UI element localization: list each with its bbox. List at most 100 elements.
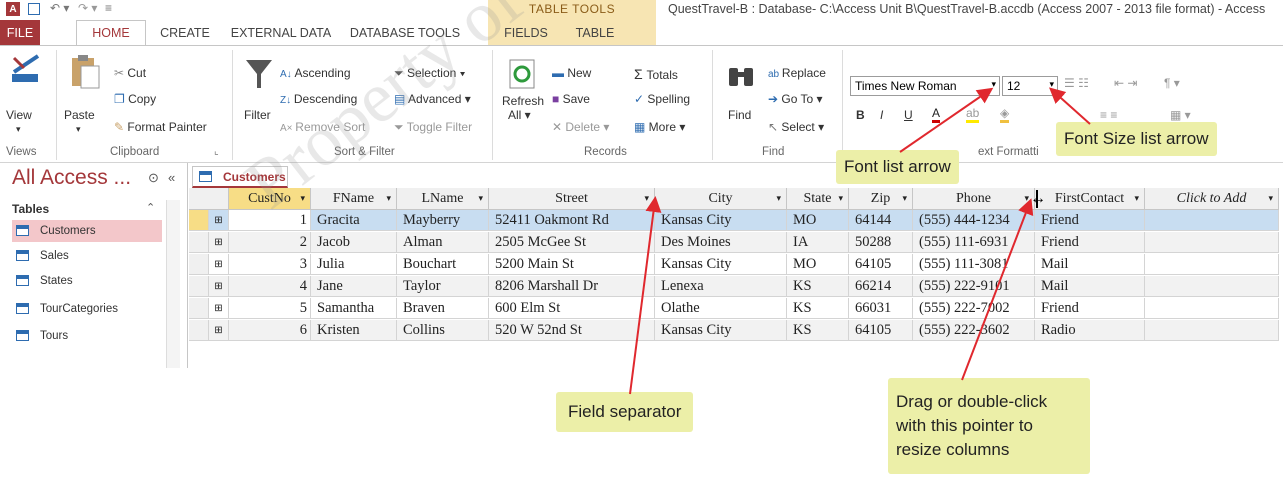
cell-click-to-add[interactable] bbox=[1145, 210, 1279, 231]
paragraph-icon[interactable]: ¶ ▾ bbox=[1164, 76, 1180, 90]
record-selector[interactable] bbox=[189, 254, 209, 275]
copy-button[interactable]: ❐ Copy bbox=[114, 92, 156, 106]
cell-firstcontact[interactable]: Friend bbox=[1035, 210, 1145, 231]
cell-city[interactable]: Lenexa bbox=[655, 276, 787, 297]
cell-fname[interactable]: Jacob bbox=[311, 232, 397, 253]
access-app-icon[interactable]: A bbox=[6, 2, 20, 16]
cell-lname[interactable]: Alman bbox=[397, 232, 489, 253]
expand-plus-icon[interactable]: ⊞ bbox=[209, 276, 229, 297]
cell-city[interactable]: Olathe bbox=[655, 298, 787, 319]
cell-lname[interactable]: Collins bbox=[397, 320, 489, 341]
cell-phone[interactable]: (555) 222-7002 bbox=[913, 298, 1035, 319]
bullets-icon[interactable]: ☰ ☷ bbox=[1064, 76, 1089, 90]
redo-icon[interactable]: ↷ ▾ bbox=[78, 1, 97, 15]
spelling-button[interactable]: ✓ Spelling bbox=[634, 92, 690, 106]
font-color-icon[interactable]: A bbox=[932, 106, 941, 123]
cell-fname[interactable]: Samantha bbox=[311, 298, 397, 319]
cell-phone[interactable]: (555) 444-1234 bbox=[913, 210, 1035, 231]
descending-button[interactable]: Z↓ Descending bbox=[280, 92, 357, 106]
cell-state[interactable]: MO bbox=[787, 210, 849, 231]
find-button[interactable]: Find bbox=[720, 52, 760, 142]
cell-click-to-add[interactable] bbox=[1145, 254, 1279, 275]
remove-sort-button[interactable]: A× Remove Sort bbox=[280, 120, 365, 134]
column-header-zip[interactable]: Zip ▾ bbox=[849, 188, 913, 210]
format-painter-button[interactable]: ✎ Format Painter bbox=[114, 120, 207, 134]
italic-button[interactable]: I bbox=[880, 108, 883, 122]
font-list-arrow[interactable]: ▾ bbox=[991, 79, 996, 90]
cut-button[interactable]: ✂ Cut bbox=[114, 66, 146, 80]
nav-menu-icon[interactable]: ⊙ bbox=[148, 170, 159, 186]
delete-record-button[interactable]: ✕ Delete ▾ bbox=[552, 120, 609, 134]
goto-button[interactable]: ➔ Go To ▾ bbox=[768, 92, 823, 106]
cell-phone[interactable]: (555) 222-9101 bbox=[913, 276, 1035, 297]
record-selector[interactable] bbox=[189, 276, 209, 297]
nav-collapse-icon[interactable]: « bbox=[168, 170, 175, 185]
column-header-street[interactable]: Street ▾ bbox=[489, 188, 655, 210]
cell-street[interactable]: 5200 Main St bbox=[489, 254, 655, 275]
cell-phone[interactable]: (555) 111-6931 bbox=[913, 232, 1035, 253]
cell-custno[interactable]: 5 bbox=[229, 298, 311, 319]
column-header-firstcontact[interactable]: FirstContact ▾ bbox=[1035, 188, 1145, 210]
save-icon[interactable] bbox=[28, 3, 40, 15]
cell-zip[interactable]: 64105 bbox=[849, 320, 913, 341]
expand-plus-icon[interactable]: ⊞ bbox=[209, 210, 229, 231]
clipboard-launcher-icon[interactable]: ⌞ bbox=[214, 146, 219, 157]
document-tab-customers[interactable]: Customers bbox=[192, 166, 288, 188]
view-button[interactable]: View ▾ bbox=[4, 52, 50, 142]
tab-table[interactable]: TABLE bbox=[566, 20, 624, 45]
cell-lname[interactable]: Mayberry bbox=[397, 210, 489, 231]
cell-zip[interactable]: 64144 bbox=[849, 210, 913, 231]
tab-external-data[interactable]: EXTERNAL DATA bbox=[226, 20, 336, 45]
cell-state[interactable]: MO bbox=[787, 254, 849, 275]
cell-zip[interactable]: 66031 bbox=[849, 298, 913, 319]
new-record-button[interactable]: ▬ New bbox=[552, 66, 591, 80]
cell-zip[interactable]: 64105 bbox=[849, 254, 913, 275]
tab-database-tools[interactable]: DATABASE TOOLS bbox=[342, 20, 468, 45]
cell-firstcontact[interactable]: Radio bbox=[1035, 320, 1145, 341]
more-button[interactable]: ▦ More ▾ bbox=[634, 120, 685, 134]
cell-firstcontact[interactable]: Friend bbox=[1035, 298, 1145, 319]
record-selector[interactable] bbox=[189, 232, 209, 253]
paste-button[interactable]: Paste ▾ bbox=[64, 52, 110, 142]
nav-scrollbar[interactable] bbox=[166, 200, 180, 368]
replace-button[interactable]: ab Replace bbox=[768, 66, 826, 80]
cell-lname[interactable]: Braven bbox=[397, 298, 489, 319]
column-header-city[interactable]: City ▾ bbox=[655, 188, 787, 210]
cell-street[interactable]: 600 Elm St bbox=[489, 298, 655, 319]
indent-icon[interactable]: ⇤ ⇥ bbox=[1114, 76, 1137, 90]
column-header-phone[interactable]: Phone ▾ bbox=[913, 188, 1035, 210]
cell-fname[interactable]: Kristen bbox=[311, 320, 397, 341]
cell-fname[interactable]: Gracita bbox=[311, 210, 397, 231]
cell-firstcontact[interactable]: Friend bbox=[1035, 232, 1145, 253]
cell-state[interactable]: IA bbox=[787, 232, 849, 253]
ascending-button[interactable]: A↓ Ascending bbox=[280, 66, 351, 80]
expand-plus-icon[interactable]: ⊞ bbox=[209, 320, 229, 341]
cell-click-to-add[interactable] bbox=[1145, 320, 1279, 341]
expand-plus-icon[interactable]: ⊞ bbox=[209, 298, 229, 319]
cell-city[interactable]: Des Moines bbox=[655, 232, 787, 253]
cell-street[interactable]: 520 W 52nd St bbox=[489, 320, 655, 341]
cell-click-to-add[interactable] bbox=[1145, 232, 1279, 253]
select-all-corner[interactable] bbox=[189, 188, 229, 210]
cell-fname[interactable]: Julia bbox=[311, 254, 397, 275]
cell-city[interactable]: Kansas City bbox=[655, 210, 787, 231]
cell-state[interactable]: KS bbox=[787, 298, 849, 319]
select-button[interactable]: ↖ Select ▾ bbox=[768, 120, 824, 134]
nav-section-tables[interactable]: Tables bbox=[12, 202, 49, 216]
record-selector[interactable] bbox=[189, 298, 209, 319]
highlight-icon[interactable]: ab bbox=[966, 106, 980, 123]
align-icon[interactable]: ≡ ≡ bbox=[1100, 108, 1117, 122]
cell-custno[interactable]: 2 bbox=[229, 232, 311, 253]
tab-home[interactable]: HOME bbox=[76, 20, 146, 45]
undo-icon[interactable]: ↶ ▾ bbox=[50, 1, 69, 15]
bold-button[interactable]: B bbox=[856, 108, 865, 122]
section-collapse-icon[interactable]: ⌃ bbox=[146, 201, 155, 214]
cell-custno[interactable]: 6 bbox=[229, 320, 311, 341]
column-header-state[interactable]: State ▾ bbox=[787, 188, 849, 210]
advanced-button[interactable]: ▤ Advanced ▾ bbox=[394, 92, 471, 106]
cell-custno[interactable]: 4 bbox=[229, 276, 311, 297]
cell-phone[interactable]: (555) 222-3602 bbox=[913, 320, 1035, 341]
cell-custno[interactable]: 1 bbox=[229, 210, 311, 231]
cell-street[interactable]: 8206 Marshall Dr bbox=[489, 276, 655, 297]
nav-item-customers[interactable]: Customers bbox=[12, 220, 162, 242]
